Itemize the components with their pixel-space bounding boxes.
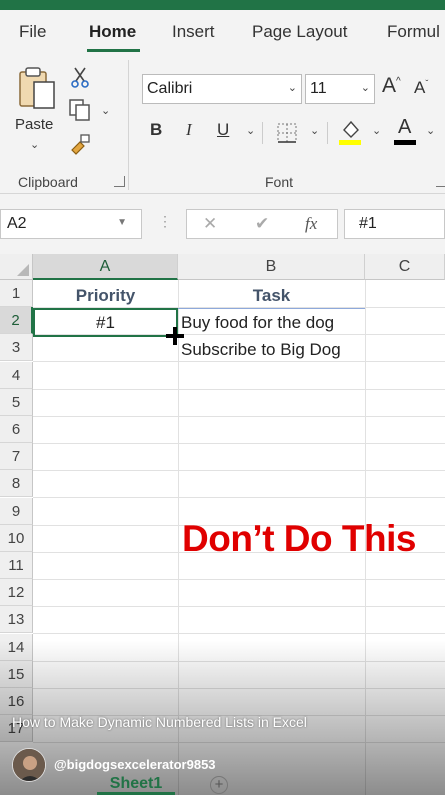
gridline [33, 470, 445, 472]
formula-bar-resize-icon[interactable]: ⋮ [158, 213, 172, 230]
bold-button[interactable]: B [150, 120, 162, 140]
underline-dropdown-icon[interactable]: ⌄ [246, 124, 255, 137]
tab-page-layout[interactable]: Page Layout [252, 22, 347, 42]
font-name-select[interactable]: Calibri ⌄ [142, 74, 302, 104]
row-header-2[interactable]: 2 [0, 307, 33, 335]
column-header-b[interactable]: B [178, 254, 365, 280]
cell-b2[interactable]: Buy food for the dog [181, 309, 334, 336]
underline-button[interactable]: U [217, 120, 229, 140]
divider [262, 122, 263, 144]
paste-dropdown-icon[interactable]: ⌄ [30, 138, 39, 151]
tab-formulas[interactable]: Formul [387, 22, 440, 42]
column-header-a[interactable]: A [33, 254, 178, 280]
row-header-7[interactable]: 7 [0, 443, 33, 471]
tab-file[interactable]: File [19, 22, 46, 42]
italic-button[interactable]: I [186, 120, 192, 140]
formula-bar: A2 ▼ ⋮ ✕ ✔ fx #1 [0, 194, 445, 254]
font-dialog-launcher-icon[interactable] [436, 176, 445, 187]
gridline [33, 606, 445, 608]
font-color-label: A [398, 116, 412, 138]
row-header-6[interactable]: 6 [0, 416, 33, 443]
font-name-value: Calibri [147, 80, 193, 97]
tab-insert[interactable]: Insert [172, 22, 215, 42]
chevron-down-icon: ⌄ [360, 82, 370, 94]
gridline [33, 579, 445, 580]
cell-b3[interactable]: Subscribe to Big Dog [181, 336, 341, 363]
ribbon-tabs: File Home Insert Page Layout Formul [0, 10, 445, 54]
fill-color-dropdown-icon[interactable]: ⌄ [372, 124, 381, 137]
video-title[interactable]: How to Make Dynamic Numbered Lists in Ex… [12, 714, 307, 730]
select-all-button[interactable] [0, 254, 33, 280]
decrease-font-size-button[interactable]: Aˇ [414, 78, 428, 98]
name-box[interactable]: A2 ▼ [0, 209, 142, 239]
title-bar [0, 0, 445, 28]
gridline [33, 443, 445, 444]
column-header-c[interactable]: C [365, 254, 445, 280]
chevron-down-icon: ⌄ [287, 82, 297, 94]
paste-button[interactable]: Paste [15, 116, 53, 133]
row-header-1[interactable]: 1 [0, 280, 33, 307]
active-cell-selection [33, 308, 178, 337]
enter-icon[interactable]: ✔ [255, 214, 269, 234]
font-color-button[interactable]: A [394, 116, 416, 146]
sheet-tab-bar: Sheet1 + [0, 772, 445, 795]
copy-icon[interactable] [68, 98, 92, 122]
borders-dropdown-icon[interactable]: ⌄ [310, 124, 319, 137]
cell-a1[interactable]: Priority [33, 282, 178, 309]
fill-color-icon[interactable] [338, 118, 362, 146]
ribbon: Paste ⌄ ⌄ Clipboard Calibri ⌄ 11 ⌄ A^ Aˇ… [0, 54, 445, 194]
format-painter-icon[interactable] [68, 132, 92, 156]
clipboard-dialog-launcher-icon[interactable] [114, 176, 125, 187]
overlay-warning-text: Don’t Do This [182, 518, 416, 559]
cell-b1[interactable]: Task [178, 282, 365, 309]
sheet-tab-sheet1[interactable]: Sheet1 [97, 772, 175, 795]
clipboard-group-label: Clipboard [18, 174, 78, 190]
gridline [33, 497, 445, 499]
formula-input[interactable]: #1 [344, 209, 445, 239]
insert-function-icon[interactable]: fx [305, 214, 317, 234]
name-box-value: A2 [7, 215, 27, 232]
row-header-13[interactable]: 13 [0, 606, 33, 634]
font-group-label: Font [265, 174, 294, 190]
cancel-icon[interactable]: ✕ [203, 214, 217, 234]
gridline [33, 415, 445, 417]
channel-handle[interactable]: @bigdogsexcelerator9853 [54, 757, 216, 772]
font-size-select[interactable]: 11 ⌄ [305, 74, 375, 104]
font-size-value: 11 [310, 80, 327, 97]
row-header-11[interactable]: 11 [0, 552, 33, 579]
row-header-10[interactable]: 10 [0, 524, 33, 552]
paste-icon[interactable] [18, 66, 58, 110]
formula-buttons: ✕ ✔ fx [186, 209, 338, 239]
tab-home[interactable]: Home [89, 22, 136, 42]
cursor-plus-icon [166, 327, 184, 345]
gridline [33, 633, 445, 635]
add-sheet-button[interactable]: + [210, 776, 228, 794]
active-tab-indicator [87, 49, 140, 52]
divider [327, 122, 328, 144]
borders-icon[interactable] [276, 122, 298, 144]
font-color-swatch [394, 140, 416, 145]
chevron-down-icon: ▼ [117, 217, 127, 228]
increase-font-size-button[interactable]: A^ [382, 74, 401, 98]
group-divider [128, 60, 129, 190]
row-header-3[interactable]: 3 [0, 334, 33, 362]
row-header-5[interactable]: 5 [0, 388, 33, 416]
gridline [33, 361, 445, 363]
row-header-12[interactable]: 12 [0, 579, 33, 607]
cut-icon[interactable] [70, 66, 90, 88]
row-header-4[interactable]: 4 [0, 361, 33, 389]
row-header-8[interactable]: 8 [0, 470, 33, 498]
copy-dropdown-icon[interactable]: ⌄ [101, 104, 110, 117]
gridline [33, 388, 445, 390]
font-color-dropdown-icon[interactable]: ⌄ [426, 124, 435, 137]
row-header-9[interactable]: 9 [0, 497, 33, 525]
